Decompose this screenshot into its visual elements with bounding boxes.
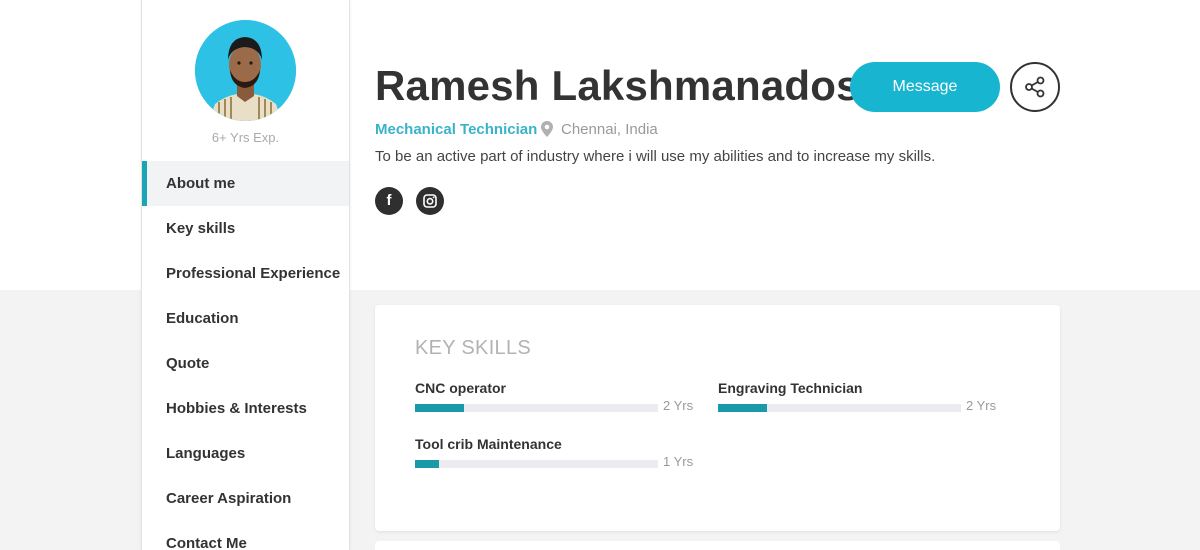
sidebar-item-career-aspiration[interactable]: Career Aspiration <box>142 476 349 521</box>
profile-location: Chennai, India <box>561 121 658 138</box>
skill-progress-fill <box>718 404 767 412</box>
skill-years: 2 Yrs <box>966 398 997 413</box>
location-pin-icon <box>541 121 553 137</box>
sidebar-item-professional-experience[interactable]: Professional Experience <box>142 251 349 296</box>
skill-name: CNC operator <box>415 380 507 396</box>
skill-years: 2 Yrs <box>663 398 694 413</box>
sidebar-item-key-skills[interactable]: Key skills <box>142 206 349 251</box>
sidebar-item-about-me[interactable]: About me <box>142 161 349 206</box>
sidebar-item-languages[interactable]: Languages <box>142 431 349 476</box>
share-button[interactable] <box>1010 62 1060 112</box>
skill-progress-fill <box>415 460 440 468</box>
avatar <box>195 20 296 121</box>
sidebar-item-education[interactable]: Education <box>142 296 349 341</box>
skill-item: Tool crib Maintenance 1 Yrs <box>415 436 695 469</box>
skill-item: Engraving Technician 2 Yrs <box>718 380 998 413</box>
sidebar-item-contact-me[interactable]: Contact Me <box>142 521 349 550</box>
skill-progress-track <box>718 404 961 412</box>
sidebar-nav: About me Key skills Professional Experie… <box>142 161 349 550</box>
profile-name: Ramesh Lakshmanadoss <box>375 62 884 109</box>
facebook-icon[interactable]: f <box>375 187 403 215</box>
skill-years: 1 Yrs <box>663 454 694 469</box>
skill-progress-track <box>415 460 658 468</box>
share-icon <box>1025 76 1045 98</box>
skill-item: CNC operator 2 Yrs <box>415 380 695 413</box>
experience-label: 6+ Yrs Exp. <box>211 130 280 145</box>
skill-name: Tool crib Maintenance <box>415 436 562 452</box>
skill-progress-track <box>415 404 658 412</box>
profile-objective: To be an active part of industry where i… <box>375 148 936 165</box>
key-skills-card: KEY SKILLS CNC operator 2 Yrs Engraving … <box>375 305 1060 531</box>
sidebar: 6+ Yrs Exp. About me Key skills Professi… <box>141 0 350 550</box>
skill-name: Engraving Technician <box>718 380 863 396</box>
next-section-card <box>375 541 1060 550</box>
profile-role: Mechanical Technician <box>375 121 538 138</box>
sidebar-item-hobbies-interests[interactable]: Hobbies & Interests <box>142 386 349 431</box>
sidebar-item-quote[interactable]: Quote <box>142 341 349 386</box>
skill-progress-fill <box>415 404 464 412</box>
key-skills-title: KEY SKILLS <box>415 337 532 359</box>
instagram-icon[interactable] <box>416 187 444 215</box>
message-button[interactable]: Message <box>850 62 1000 112</box>
